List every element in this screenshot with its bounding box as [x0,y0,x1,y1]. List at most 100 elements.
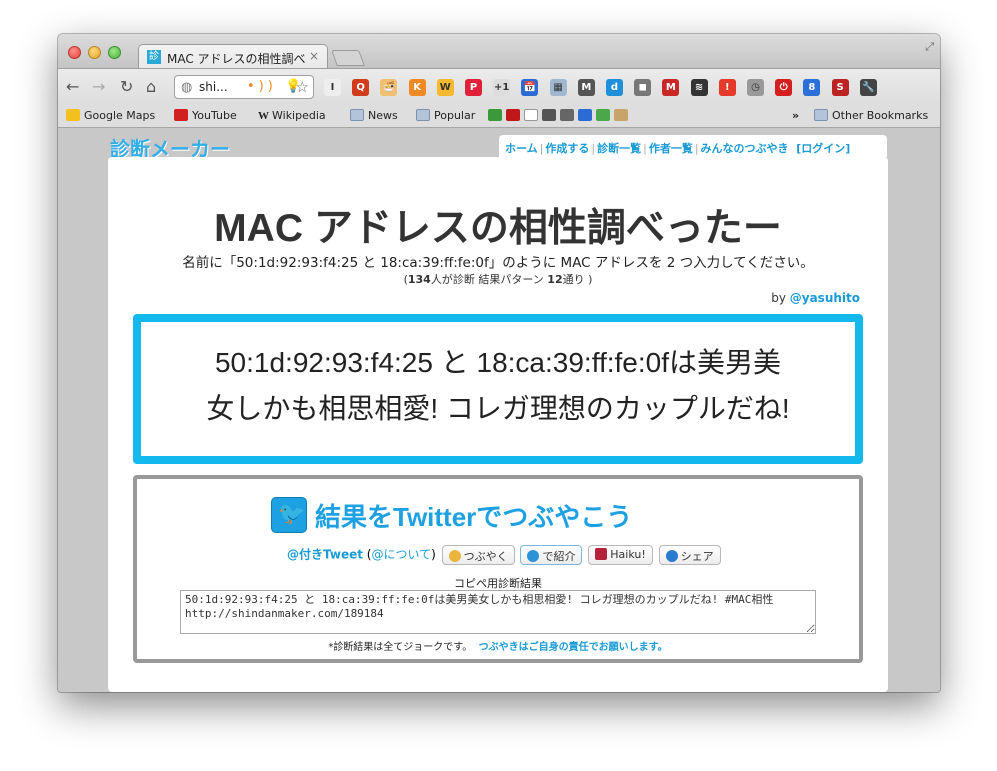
hatena-icon [506,109,520,121]
nav-home[interactable]: ホーム [505,142,538,155]
maximize-window-button[interactable] [108,46,121,59]
extension-icon[interactable]: W [436,79,454,96]
haiku-button[interactable]: Haiku! [588,545,653,565]
bookmark-folder-popular[interactable]: Popular [416,109,475,122]
nav-diagnosis-list[interactable]: 診断一覧 [597,142,641,155]
extension-icon[interactable]: 8 [803,79,821,96]
extension-icon[interactable]: ≋ [690,79,708,96]
extension-icon[interactable]: P [465,79,482,96]
bookmark-label: Google Maps [84,109,156,122]
extension-icon[interactable]: ◼ [634,79,652,96]
browser-tab[interactable]: 診 MAC アドレスの相性調べった × [138,44,328,69]
nav-author-list[interactable]: 作者一覧 [649,142,693,155]
tab-title: MAC アドレスの相性調べった [167,52,307,66]
m-icon [560,109,574,121]
site-nav: ホーム | 作成する | 診断一覧 | 作者一覧 | みんなのつぶやき [ログイン] [499,135,887,157]
bookmark-favicons[interactable] [488,109,632,122]
nav-separator: | [694,142,699,155]
m-icon [448,550,461,562]
extension-icon[interactable]: 🍜 [380,79,398,96]
bookmark-label: YouTube [192,109,237,122]
nav-login[interactable]: [ログイン] [796,142,850,155]
folder-icon [814,109,828,121]
page-title: MAC アドレスの相性調べったー [214,207,782,250]
back-icon[interactable]: ← [66,77,79,96]
other-bookmarks[interactable]: Other Bookmarks [814,109,928,122]
tweet-result-button[interactable]: 結果をTwitterでつぶやこう [315,497,632,534]
bookmarks-overflow-icon[interactable]: » [792,109,799,122]
about-paren: ) [431,547,436,562]
bookmark-google-maps[interactable]: Google Maps [66,109,155,122]
browser-window: 診 MAC アドレスの相性調べった × ⤢ ← → ↻ ⌂ ◍ shi... •… [58,34,940,692]
wikipedia-icon: W [258,110,269,122]
nav-separator: | [539,142,544,155]
button-label: で紹介 [542,550,576,563]
bookmark-label: Popular [434,109,476,122]
extension-icon[interactable]: ▦ [549,79,567,96]
title-bar: 診 MAC アドレスの相性調べった × ⤢ [58,34,940,69]
bookmark-wikipedia[interactable]: W Wikipedia [258,109,326,122]
share-options-row: @付きTweet (@について) つぶやく で紹介 Haiku! シェア [287,545,721,567]
result-line: 女しかも相思相愛! コレガ理想のカップルだね! [206,393,790,424]
minimize-window-button[interactable] [88,46,101,59]
extension-icon[interactable]: +1 [493,79,511,96]
share-bubble-icon [527,550,540,562]
google-icon [488,109,502,121]
tab-close-icon[interactable]: × [309,49,319,63]
disclaimer-note: *診断結果は全てジョークです。 つぶやきはご自身の責任でお願いします。 [137,638,859,653]
extension-icon[interactable]: ! [718,79,736,96]
result-text: 50:1d:92:93:f4:25 と 18:ca:39:ff:fe:0fは美男… [141,340,855,432]
haiku-icon [595,548,608,560]
extension-icon[interactable]: 📅 [521,79,539,96]
bookmark-folder-news[interactable]: News [350,109,398,122]
book-icon [614,109,628,121]
reload-icon[interactable]: ↻ [120,77,133,96]
address-bar[interactable]: ◍ shi... •)) 💡 ☆ [174,75,314,99]
stats-text: 通り ) [562,273,593,286]
browser-toolbar: ← → ↻ ⌂ ◍ shi... •)) 💡 ☆ I Q 🍜 K W P +1 📅 ▦ Md ◼ M ≋… [58,68,940,104]
extension-icon[interactable]: M [577,79,595,96]
about-mention-link[interactable]: @について [371,548,431,562]
extension-icon[interactable]: 🔧 [859,79,877,96]
copy-result-textarea[interactable]: 50:1d:92:93:f4:25 と 18:ca:39:ff:fe:0fは美男… [180,590,816,634]
forward-icon[interactable]: → [92,77,105,96]
address-text: shi... [199,80,228,94]
author-link[interactable]: @yasuhito [790,291,860,305]
extension-icon[interactable]: M [662,79,680,96]
home-icon[interactable]: ⌂ [146,77,156,96]
nav-create[interactable]: 作成する [545,142,589,155]
folder-icon [416,109,430,121]
share-button[interactable]: シェア [658,545,721,565]
reddit-icon [524,109,538,121]
bookmark-star-icon[interactable]: ☆ [296,78,309,96]
twitter-bird-icon[interactable]: 🐦 [271,497,307,533]
maps-icon [66,109,80,121]
extension-icon[interactable]: ⏻ [775,79,793,96]
stats-text: 人が診断 結果パターン [430,273,548,286]
extension-icon[interactable]: K [408,79,426,96]
bookmarks-bar: Google Maps YouTube W Wikipedia News Popu… [58,104,940,128]
note-highlight: つぶやきはご自身の責任でお願いします。 [478,642,668,653]
extension-icon[interactable]: d [606,79,623,96]
extension-icon[interactable]: S [831,79,849,96]
result-box: 50:1d:92:93:f4:25 と 18:ca:39:ff:fe:0fは美男… [133,314,863,464]
page-viewport: 診断メーカー ホーム | 作成する | 診断一覧 | 作者一覧 | みんなのつぶやき [ログイン… [58,129,940,692]
new-tab-button[interactable] [331,50,365,66]
site-favicon-icon: 診 [147,50,161,64]
extension-icon[interactable]: ◷ [747,79,764,96]
bookmark-youtube[interactable]: YouTube [174,109,237,122]
mention-tweet-link[interactable]: @付きTweet [287,548,363,562]
youtube-icon [174,109,188,121]
nav-separator: | [591,142,596,155]
diagnosis-stats: (134人が診断 結果パターン 12通り ) [108,271,888,287]
by-label: by [771,291,790,305]
hexagon-icon [665,550,678,562]
extension-icon[interactable]: Q [352,79,370,96]
close-window-button[interactable] [68,46,81,59]
tsubuyaku-button[interactable]: つぶやく [441,545,515,565]
nav-everyone-tweets[interactable]: みんなのつぶやき [701,142,789,155]
fullscreen-icon[interactable]: ⤢ [925,40,934,54]
bookmark-label: Wikipedia [272,109,326,122]
shokai-button[interactable]: で紹介 [520,545,583,565]
extension-icon[interactable]: I [324,79,341,96]
